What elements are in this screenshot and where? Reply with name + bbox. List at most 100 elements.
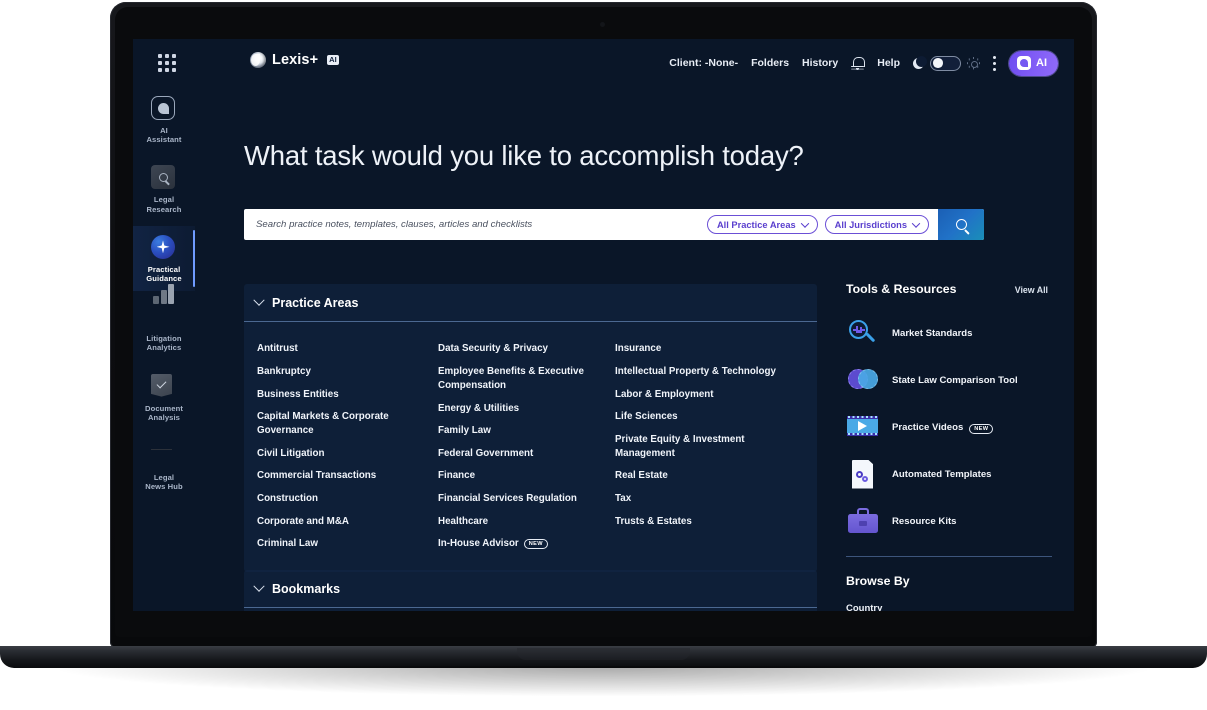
practice-area-item[interactable]: Finance <box>438 465 615 488</box>
main-content: What task would you like to accomplish t… <box>195 87 1074 611</box>
practice-area-item[interactable]: Civil Litigation <box>257 443 438 466</box>
practice-areas-grid: Antitrust Bankruptcy Business Entities C… <box>244 322 817 571</box>
practice-area-item[interactable]: Financial Services Regulation <box>438 488 615 511</box>
bookmarks-header[interactable]: Bookmarks <box>244 570 817 607</box>
practice-areas-filter[interactable]: All Practice Areas <box>706 215 818 234</box>
tools-header: Tools & Resources View All <box>846 282 1074 296</box>
webcam-icon <box>600 22 605 27</box>
new-badge: NEW <box>969 423 994 434</box>
jurisdictions-filter[interactable]: All Jurisdictions <box>824 215 929 234</box>
practice-area-item[interactable]: Commercial Transactions <box>257 465 438 488</box>
practice-area-item[interactable]: Family Law <box>438 420 615 443</box>
tool-item-automated-templates[interactable]: Automated Templates <box>846 451 1074 498</box>
chevron-down-icon[interactable] <box>253 580 265 592</box>
laptop-base-notch <box>517 648 690 660</box>
practice-areas-title: Practice Areas <box>272 296 359 310</box>
sidebar-item-label: Litigation Analytics <box>146 334 182 353</box>
tool-item-resource-kits[interactable]: Resource Kits <box>846 498 1074 545</box>
sidebar-item-litigation-analytics[interactable]: Litigation Analytics <box>133 284 195 360</box>
practice-area-item[interactable]: Healthcare <box>438 510 615 533</box>
help-link[interactable]: Help <box>877 57 900 69</box>
client-selector[interactable]: Client: -None- <box>669 57 738 69</box>
chevron-down-icon <box>911 218 921 228</box>
bookmarks-panel: Bookmarks <box>244 570 817 611</box>
practice-area-label: In-House Advisor <box>438 538 519 550</box>
practice-area-item[interactable]: Life Sciences <box>615 406 807 429</box>
practice-area-item[interactable]: Criminal Law <box>257 533 438 556</box>
practice-area-item[interactable]: Labor & Employment <box>615 383 807 406</box>
practice-area-item[interactable]: Bankruptcy <box>257 361 438 384</box>
practice-videos-icon <box>846 413 880 443</box>
theme-switch[interactable] <box>930 55 961 71</box>
folders-link[interactable]: Folders <box>751 57 789 69</box>
practice-area-item[interactable]: Construction <box>257 488 438 511</box>
practice-areas-column-2: Data Security & Privacy Employee Benefit… <box>438 338 615 555</box>
practice-area-item[interactable]: Intellectual Property & Technology <box>615 361 807 384</box>
search-filters: All Practice Areas All Jurisdictions <box>706 209 938 240</box>
brand-logo[interactable]: Lexis+ AI <box>250 52 339 68</box>
divider <box>244 607 817 609</box>
ai-button[interactable]: AI <box>1009 50 1058 76</box>
practice-area-item[interactable]: Business Entities <box>257 383 438 406</box>
practice-area-item[interactable]: Tax <box>615 488 807 511</box>
browse-by-title: Browse By <box>846 574 910 588</box>
sidebar-item-ai-assistant[interactable]: AI Assistant <box>133 87 195 152</box>
practice-area-item[interactable]: Capital Markets & Corporate Governance <box>257 406 438 443</box>
practice-area-item[interactable]: In-House Advisor NEW <box>438 533 615 556</box>
notification-bell-icon[interactable] <box>851 56 865 71</box>
jurisdictions-filter-label: All Jurisdictions <box>834 219 907 230</box>
ai-sparkle-icon <box>1017 56 1031 70</box>
sidebar-item-label: Document Analysis <box>145 403 183 422</box>
practice-area-item[interactable]: Employee Benefits & Executive Compensati… <box>438 361 615 398</box>
tools-and-resources-panel: Tools & Resources View All Market Standa… <box>846 282 1074 611</box>
search-button[interactable] <box>938 209 984 240</box>
practice-area-item[interactable]: Trusts & Estates <box>615 510 807 533</box>
market-standards-icon <box>846 319 880 349</box>
resource-kits-icon <box>846 507 880 537</box>
brand-name: Lexis+ <box>272 52 319 68</box>
practice-areas-header[interactable]: Practice Areas <box>244 284 817 321</box>
legal-news-hub-icon <box>151 443 177 469</box>
kebab-menu-icon[interactable] <box>993 55 996 71</box>
left-sidebar: AI Assistant Legal Research Practical Gu… <box>133 87 195 611</box>
page-title: What task would you like to accomplish t… <box>244 140 804 171</box>
chevron-down-icon[interactable] <box>253 294 265 306</box>
history-link[interactable]: History <box>802 57 838 69</box>
tool-item-practice-videos[interactable]: Practice Videos NEW <box>846 404 1074 451</box>
sun-icon <box>967 56 980 70</box>
grid-apps-icon[interactable] <box>156 52 178 74</box>
brand-ai-badge: AI <box>327 55 339 65</box>
lexis-plus-app: Lexis+ AI Client: -None- Folders History… <box>133 39 1074 611</box>
sidebar-item-document-analysis[interactable]: Document Analysis <box>133 365 195 430</box>
document-analysis-icon <box>151 373 177 400</box>
legal-research-icon <box>151 165 177 191</box>
moon-icon <box>913 55 928 69</box>
tool-label: State Law Comparison Tool <box>892 375 1018 386</box>
practice-area-item[interactable]: Insurance <box>615 338 807 361</box>
tool-label: Practice Videos NEW <box>892 422 994 434</box>
tools-title: Tools & Resources <box>846 282 957 296</box>
sidebar-item-label: Legal News Hub <box>145 473 183 492</box>
ai-assistant-icon <box>151 96 177 122</box>
sidebar-item-legal-research[interactable]: Legal Research <box>133 156 195 221</box>
tool-item-market-standards[interactable]: Market Standards <box>846 310 1074 357</box>
theme-toggle[interactable] <box>913 55 980 71</box>
sidebar-item-label: Practical Guidance <box>146 264 182 284</box>
tool-item-state-law-comparison-tool[interactable]: State Law Comparison Tool <box>846 357 1074 404</box>
practice-area-item[interactable]: Energy & Utilities <box>438 397 615 420</box>
search-bar: All Practice Areas All Jurisdictions <box>244 209 984 240</box>
tool-label-text: Practice Videos <box>892 422 964 433</box>
automated-templates-icon <box>846 459 880 490</box>
practice-area-item[interactable]: Corporate and M&A <box>257 510 438 533</box>
sidebar-item-practical-guidance[interactable]: Practical Guidance <box>133 225 195 292</box>
search-input[interactable] <box>244 209 707 240</box>
practice-area-item[interactable]: Real Estate <box>615 465 807 488</box>
divider <box>846 556 1052 557</box>
practice-area-item[interactable]: Antitrust <box>257 338 438 361</box>
practice-area-item[interactable]: Private Equity & Investment Management <box>615 429 807 466</box>
practice-area-item[interactable]: Data Security & Privacy <box>438 338 615 361</box>
view-all-link[interactable]: View All <box>1015 285 1048 295</box>
sidebar-item-legal-news-hub[interactable]: Legal News Hub <box>133 434 195 499</box>
practice-area-item[interactable]: Federal Government <box>438 443 615 466</box>
browse-by-item-country[interactable]: Country <box>846 603 1074 611</box>
